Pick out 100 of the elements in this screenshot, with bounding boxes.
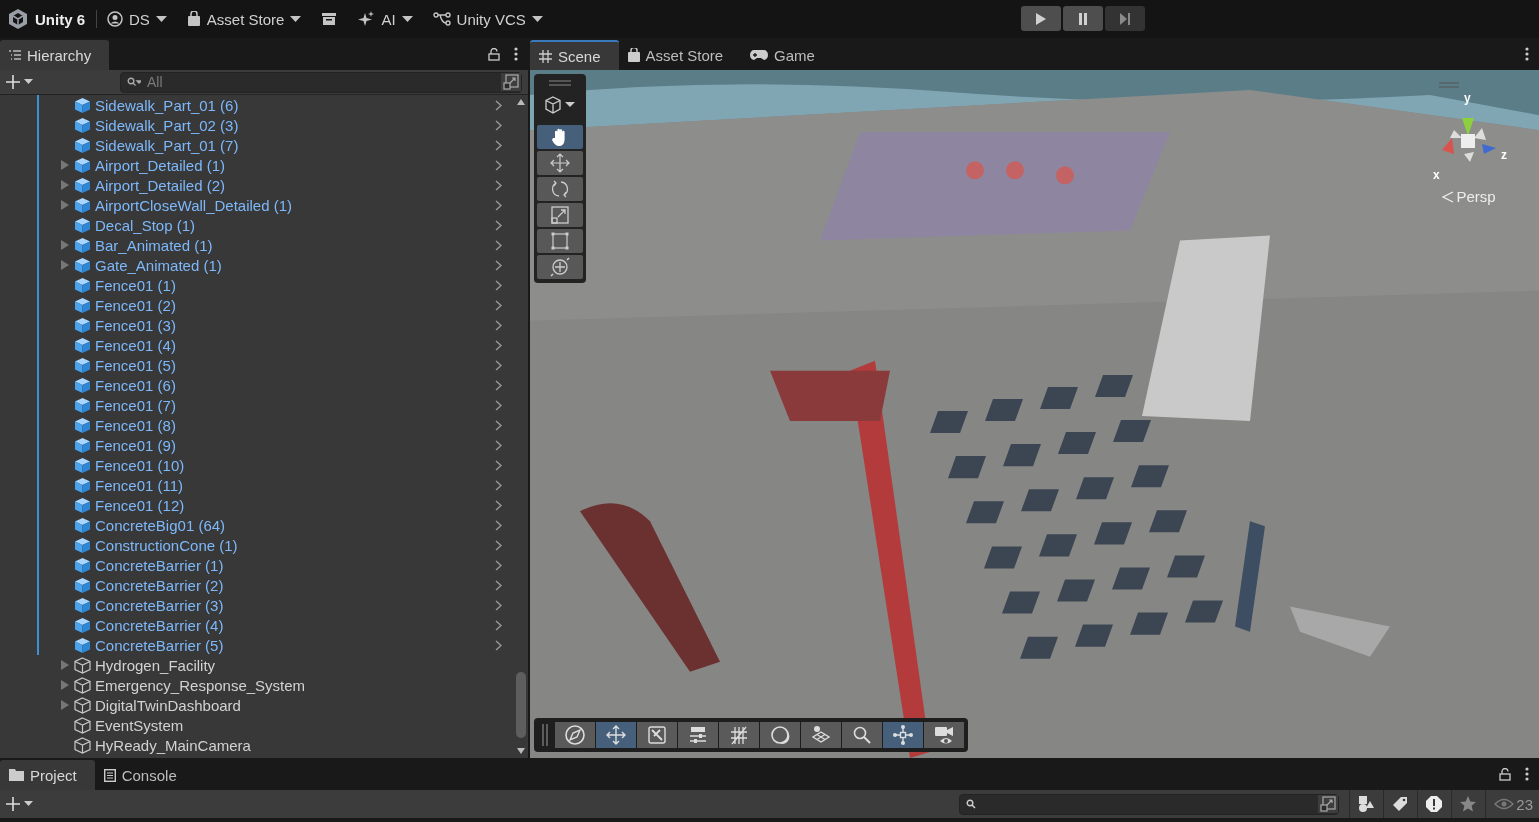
play-button[interactable] <box>1021 6 1061 31</box>
hierarchy-item[interactable]: Bar_Animated (1) <box>0 235 514 255</box>
lock-icon[interactable] <box>1499 767 1511 781</box>
hierarchy-item[interactable]: Fence01 (6) <box>0 375 514 395</box>
more-options-icon[interactable] <box>1525 767 1529 781</box>
hand-tool[interactable] <box>537 125 583 149</box>
hierarchy-item[interactable]: Sidewalk_Part_01 (6) <box>0 95 514 115</box>
hierarchy-item[interactable]: EventSystem <box>0 715 514 735</box>
hierarchy-item[interactable]: Fence01 (8) <box>0 415 514 435</box>
chevron-right-icon[interactable] <box>495 359 502 371</box>
hierarchy-item[interactable]: Fence01 (7) <box>0 395 514 415</box>
scroll-up-icon[interactable] <box>517 99 525 105</box>
pivot-button[interactable] <box>883 722 923 748</box>
hierarchy-item[interactable]: Sidewalk_Part_02 (3) <box>0 115 514 135</box>
hierarchy-item[interactable]: ConcreteBarrier (4) <box>0 615 514 635</box>
hierarchy-item[interactable]: ConcreteBarrier (2) <box>0 575 514 595</box>
scale-tool[interactable] <box>537 203 583 227</box>
console-tab[interactable]: Console <box>94 760 195 790</box>
handle-icon[interactable] <box>542 724 548 746</box>
chevron-right-icon[interactable] <box>495 199 502 211</box>
hierarchy-item[interactable]: DigitalTwinDashboard <box>0 695 514 715</box>
chevron-right-icon[interactable] <box>495 579 502 591</box>
hierarchy-item[interactable]: Fence01 (11) <box>0 475 514 495</box>
hierarchy-item[interactable]: Fence01 (5) <box>0 355 514 375</box>
pause-button[interactable] <box>1063 6 1103 31</box>
add-button[interactable] <box>6 795 34 813</box>
hierarchy-item[interactable]: ConstructionCone (1) <box>0 535 514 555</box>
chevron-right-icon[interactable] <box>495 179 502 191</box>
search-field[interactable]: All <box>120 71 522 93</box>
transform-tool[interactable] <box>537 255 583 279</box>
hierarchy-item[interactable]: Hydrogen_Facility <box>0 655 514 675</box>
hierarchy-item[interactable]: ConcreteBarrier (1) <box>0 555 514 575</box>
archive-button[interactable] <box>321 12 338 26</box>
sliders-button[interactable] <box>678 722 718 748</box>
project-tab[interactable]: Project <box>0 760 95 790</box>
shading-button[interactable] <box>760 722 800 748</box>
chevron-right-icon[interactable] <box>495 339 502 351</box>
hidden-packages-button[interactable]: 23 <box>1485 790 1535 818</box>
move-button[interactable] <box>596 722 636 748</box>
hierarchy-item[interactable]: Gate_Animated (1) <box>0 255 514 275</box>
chevron-right-icon[interactable] <box>495 99 502 111</box>
chevron-right-icon[interactable] <box>495 239 502 251</box>
snap-button[interactable] <box>637 722 677 748</box>
chevron-right-icon[interactable] <box>495 299 502 311</box>
vcs-menu[interactable]: Unity VCS <box>432 10 543 28</box>
handle-icon[interactable] <box>549 80 571 86</box>
chevron-right-icon[interactable] <box>495 599 502 611</box>
chevron-right-icon[interactable] <box>495 399 502 411</box>
hierarchy-item[interactable]: AirportCloseWall_Detailed (1) <box>0 195 514 215</box>
hierarchy-item[interactable]: Fence01 (9) <box>0 435 514 455</box>
hierarchy-item[interactable]: Fence01 (12) <box>0 495 514 515</box>
scrollbar-thumb[interactable] <box>516 672 526 738</box>
scene-tab[interactable]: Scene <box>530 40 619 70</box>
chevron-right-icon[interactable] <box>495 419 502 431</box>
chevron-right-icon[interactable] <box>495 279 502 291</box>
chevron-right-icon[interactable] <box>495 119 502 131</box>
hierarchy-item[interactable]: Decal_Stop (1) <box>0 215 514 235</box>
search-field[interactable] <box>959 793 1340 815</box>
expand-arrow-icon[interactable] <box>61 200 69 210</box>
add-button[interactable] <box>6 73 34 91</box>
chevron-right-icon[interactable] <box>495 619 502 631</box>
more-options-icon[interactable] <box>514 47 518 61</box>
chevron-right-icon[interactable] <box>495 519 502 531</box>
account-menu[interactable]: DS <box>107 10 167 28</box>
chevron-right-icon[interactable] <box>495 319 502 331</box>
expand-arrow-icon[interactable] <box>61 680 69 690</box>
hierarchy-item[interactable]: Fence01 (4) <box>0 335 514 355</box>
game-tab[interactable]: Game <box>741 40 833 70</box>
hierarchy-item[interactable]: Sidewalk_Part_01 (7) <box>0 135 514 155</box>
hierarchy-item[interactable]: ConcreteBig01 (64) <box>0 515 514 535</box>
layers-button[interactable] <box>801 722 841 748</box>
expand-arrow-icon[interactable] <box>61 660 69 670</box>
hierarchy-item[interactable]: Fence01 (2) <box>0 295 514 315</box>
store-menu[interactable]: Asset Store <box>186 10 302 28</box>
ai-menu[interactable]: AI <box>357 10 413 28</box>
handle-icon[interactable] <box>1439 82 1459 88</box>
hierarchy-item[interactable]: Fence01 (1) <box>0 275 514 295</box>
camera-button[interactable] <box>924 722 964 748</box>
expand-arrow-icon[interactable] <box>61 260 69 270</box>
chevron-right-icon[interactable] <box>495 139 502 151</box>
hierarchy-item[interactable]: Airport_Detailed (1) <box>0 155 514 175</box>
more-options-icon[interactable] <box>1525 47 1529 61</box>
hierarchy-item[interactable]: ConcreteBarrier (5) <box>0 635 514 655</box>
lock-icon[interactable] <box>488 47 500 61</box>
chevron-right-icon[interactable] <box>495 379 502 391</box>
expand-arrow-icon[interactable] <box>61 240 69 250</box>
hierarchy-item[interactable]: Fence01 (3) <box>0 315 514 335</box>
rotate-tool[interactable] <box>537 177 583 201</box>
search-button[interactable] <box>842 722 882 748</box>
chevron-right-icon[interactable] <box>495 479 502 491</box>
hierarchy-item[interactable]: HyReady_MainCamera <box>0 735 514 755</box>
chevron-right-icon[interactable] <box>495 539 502 551</box>
chevron-right-icon[interactable] <box>495 459 502 471</box>
rect-tool[interactable] <box>537 229 583 253</box>
chevron-right-icon[interactable] <box>495 559 502 571</box>
scroll-down-icon[interactable] <box>517 748 525 754</box>
hierarchy-item[interactable]: Emergency_Response_System <box>0 675 514 695</box>
chevron-right-icon[interactable] <box>495 439 502 451</box>
chevron-right-icon[interactable] <box>495 499 502 511</box>
compass-button[interactable] <box>555 722 595 748</box>
